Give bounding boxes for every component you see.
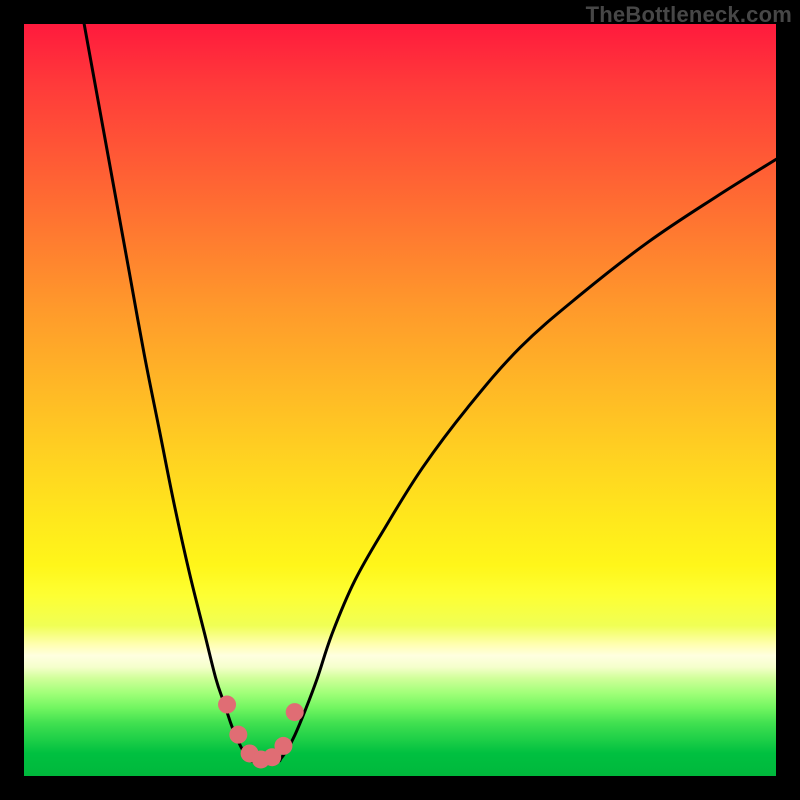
chart-frame bbox=[24, 24, 776, 776]
watermark-text: TheBottleneck.com bbox=[586, 2, 792, 28]
chart-background-gradient bbox=[24, 24, 776, 776]
